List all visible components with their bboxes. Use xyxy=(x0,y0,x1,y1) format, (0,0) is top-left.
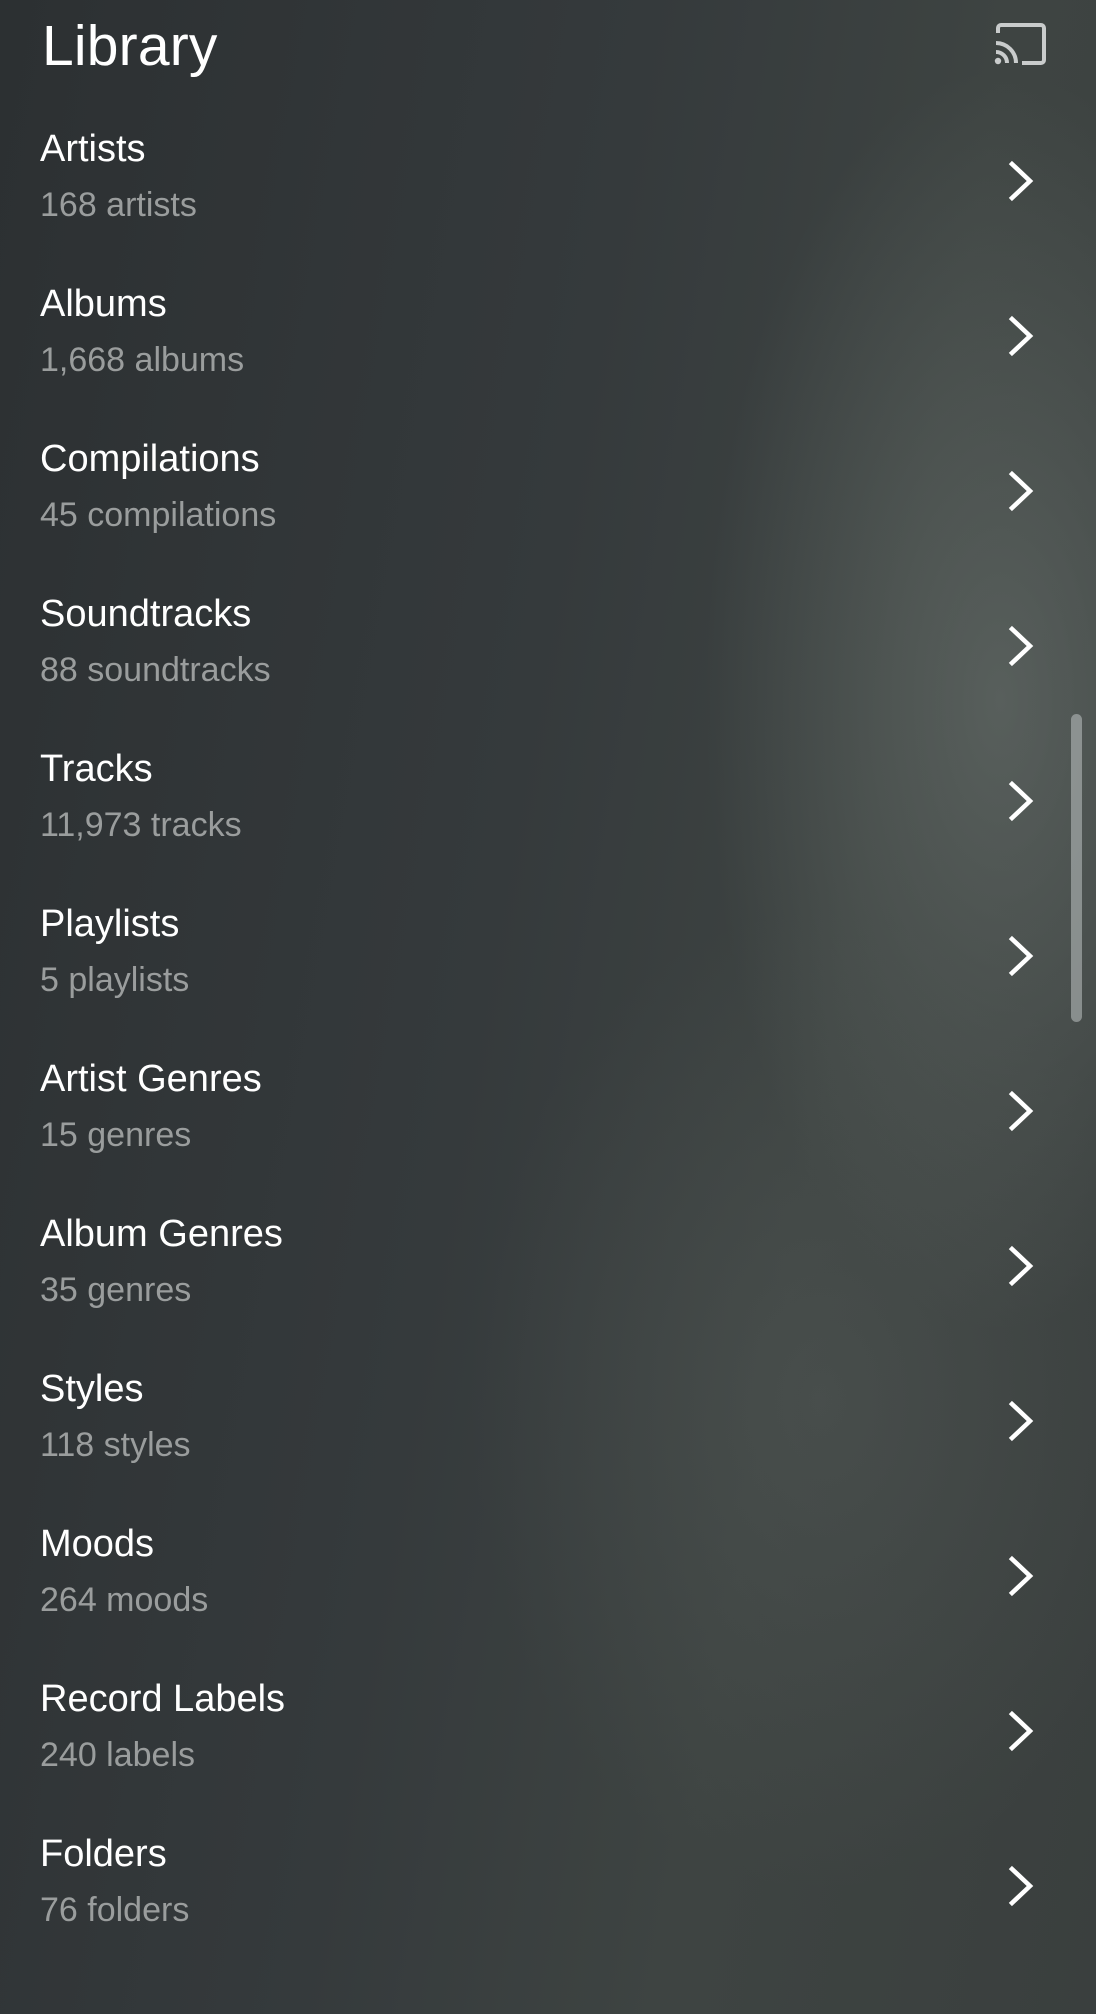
chevron-right-icon xyxy=(1008,625,1034,667)
chevron-right-icon xyxy=(1008,1865,1034,1907)
list-item-title: Artist Genres xyxy=(40,1058,262,1100)
list-item-record-labels[interactable]: Record Labels 240 labels xyxy=(0,1654,1096,1809)
library-list: Artists 168 artists Albums 1,668 albums … xyxy=(0,104,1096,1964)
list-item-styles[interactable]: Styles 118 styles xyxy=(0,1344,1096,1499)
chevron-right-icon xyxy=(1008,1400,1034,1442)
chevron-right-icon xyxy=(1008,780,1034,822)
list-item-count: 240 labels xyxy=(40,1736,196,1774)
list-item-count: 45 compilations xyxy=(40,496,277,534)
list-item-playlists[interactable]: Playlists 5 playlists xyxy=(0,879,1096,1034)
list-item-title: Playlists xyxy=(40,903,180,945)
list-item-title: Soundtracks xyxy=(40,593,252,635)
page-title: Library xyxy=(42,14,218,78)
list-item-title: Tracks xyxy=(40,748,153,790)
chevron-right-icon xyxy=(1008,315,1034,357)
list-item-title: Moods xyxy=(40,1523,155,1565)
list-item-count: 118 styles xyxy=(40,1426,191,1464)
chevron-right-icon xyxy=(1008,1555,1034,1597)
list-item-tracks[interactable]: Tracks 11,973 tracks xyxy=(0,724,1096,879)
list-item-albums[interactable]: Albums 1,668 albums xyxy=(0,259,1096,414)
chevron-right-icon xyxy=(1008,1245,1034,1287)
list-item-album-genres[interactable]: Album Genres 35 genres xyxy=(0,1189,1096,1344)
list-item-compilations[interactable]: Compilations 45 compilations xyxy=(0,414,1096,569)
list-item-title: Styles xyxy=(40,1368,144,1410)
list-item-count: 5 playlists xyxy=(40,961,190,999)
list-item-title: Albums xyxy=(40,283,167,325)
list-item-title: Compilations xyxy=(40,438,260,480)
list-item-count: 35 genres xyxy=(40,1271,192,1309)
chevron-right-icon xyxy=(1008,1710,1034,1752)
list-item-title: Folders xyxy=(40,1833,167,1875)
list-item-title: Record Labels xyxy=(40,1678,286,1720)
list-item-soundtracks[interactable]: Soundtracks 88 soundtracks xyxy=(0,569,1096,724)
list-item-count: 15 genres xyxy=(40,1116,192,1154)
list-item-title: Artists xyxy=(40,128,146,170)
chevron-right-icon xyxy=(1008,470,1034,512)
scrollbar-thumb[interactable] xyxy=(1071,714,1082,1022)
list-item-folders[interactable]: Folders 76 folders xyxy=(0,1809,1096,1964)
cast-button[interactable] xyxy=(990,18,1050,70)
list-item-title: Album Genres xyxy=(40,1213,283,1255)
list-item-moods[interactable]: Moods 264 moods xyxy=(0,1499,1096,1654)
chevron-right-icon xyxy=(1008,1090,1034,1132)
list-item-artist-genres[interactable]: Artist Genres 15 genres xyxy=(0,1034,1096,1189)
cast-icon xyxy=(994,23,1046,65)
chevron-right-icon xyxy=(1008,935,1034,977)
list-item-count: 1,668 albums xyxy=(40,341,245,379)
list-item-count: 168 artists xyxy=(40,186,197,224)
list-item-count: 11,973 tracks xyxy=(40,806,242,844)
list-item-count: 88 soundtracks xyxy=(40,651,271,689)
app-bar: Library xyxy=(0,0,1096,95)
list-item-artists[interactable]: Artists 168 artists xyxy=(0,104,1096,259)
chevron-right-icon xyxy=(1008,160,1034,202)
list-item-count: 76 folders xyxy=(40,1891,190,1929)
list-item-count: 264 moods xyxy=(40,1581,209,1619)
